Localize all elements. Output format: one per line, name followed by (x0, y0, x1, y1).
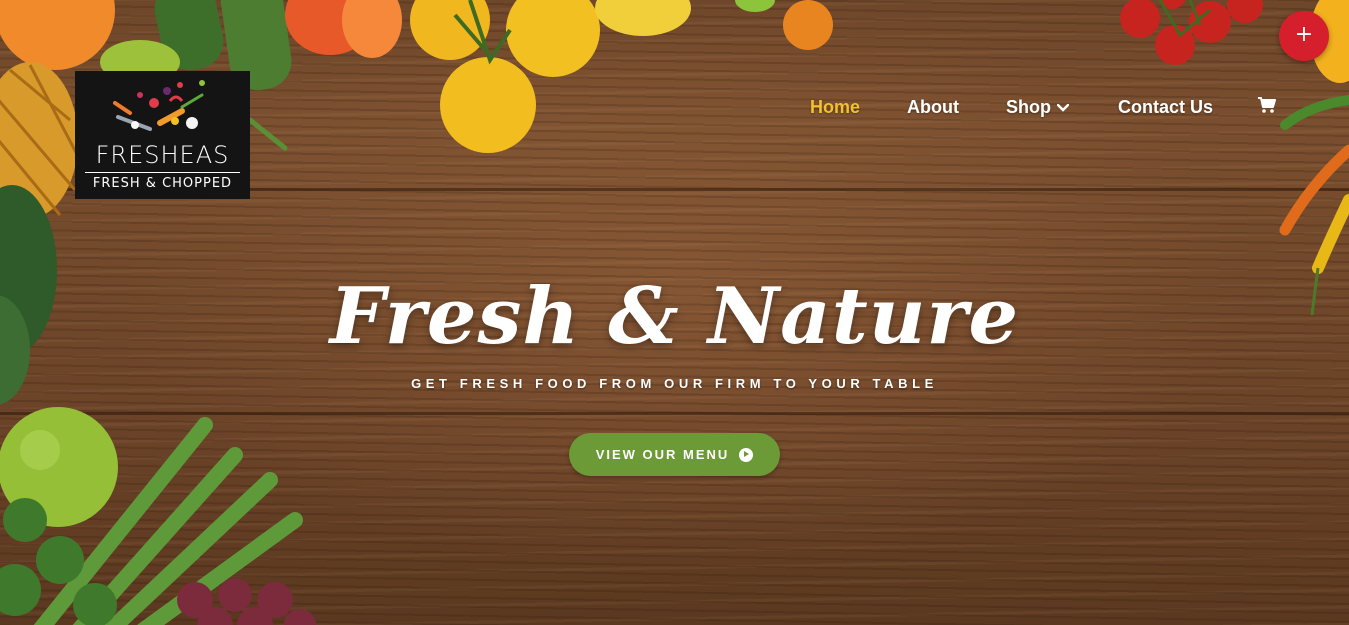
cherry-tomatoes-image (1120, 0, 1263, 65)
nav-item-home[interactable]: Home (810, 95, 860, 119)
nav-item-shop-label: Shop (1006, 97, 1051, 117)
floating-plus-button[interactable]: + (1279, 11, 1329, 61)
logo-subtitle: FRESH & CHOPPED (92, 176, 233, 191)
nav-item-contact-us[interactable]: Contact Us (1118, 95, 1213, 119)
site-logo[interactable]: FRESHEAS FRESH & CHOPPED (75, 71, 250, 199)
orange-image (0, 0, 115, 70)
grapes-image (177, 578, 316, 625)
main-navigation: Home About Shop Contact Us (0, 95, 1349, 119)
hero-tagline: GET FRESH FOOD FROM OUR FIRM TO YOUR TAB… (411, 376, 938, 391)
logo-title: FRESHEAS (95, 141, 230, 169)
view-menu-label: VIEW OUR MENU (595, 447, 730, 462)
shopping-cart-icon[interactable] (1258, 97, 1276, 113)
starfruit-image (595, 0, 691, 36)
logo-divider (85, 172, 240, 173)
cherry-tomato-image (783, 0, 833, 50)
arrow-circle-right-icon (739, 447, 754, 462)
view-menu-button[interactable]: VIEW OUR MENU (569, 433, 780, 476)
nav-item-about[interactable]: About (907, 95, 959, 119)
hero-headline: Fresh & Nature (329, 271, 1020, 362)
nav-item-shop[interactable]: Shop (1006, 95, 1069, 119)
chevron-down-icon (1057, 104, 1069, 112)
